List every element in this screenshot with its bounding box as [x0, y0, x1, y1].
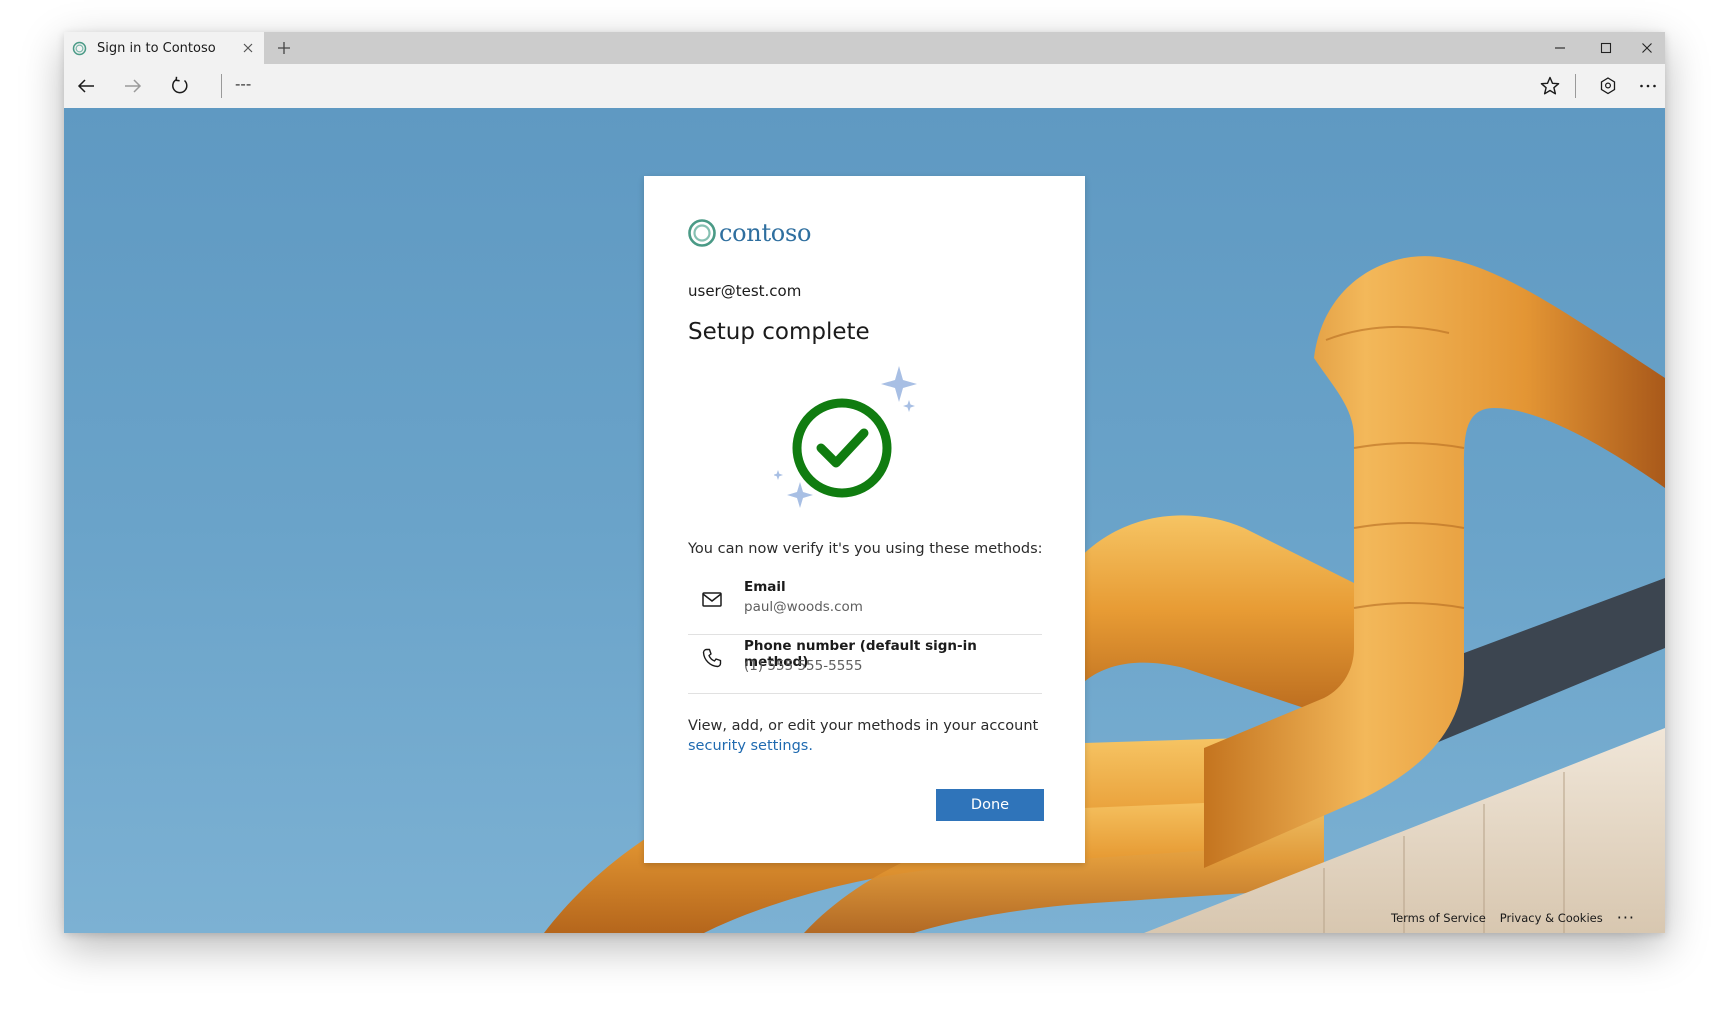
method-value: (1) 555 555-5555	[744, 658, 863, 674]
refresh-icon[interactable]	[164, 70, 196, 102]
contoso-logo: contoso	[687, 218, 811, 248]
browser-toolbar: ---	[64, 64, 1665, 108]
address-bar[interactable]: ---	[235, 75, 251, 97]
method-name: Email	[744, 579, 786, 595]
method-phone: Phone number (default sign-in method) (1…	[688, 630, 1042, 694]
user-email: user@test.com	[688, 282, 802, 300]
page-content: contoso user@test.com Setup complete You…	[64, 108, 1665, 933]
page-footer: Terms of Service Privacy & Cookies ···	[1391, 908, 1635, 927]
methods-description: You can now verify it's you using these …	[688, 541, 1043, 557]
method-email: Email paul@woods.com	[688, 571, 1042, 635]
minimize-icon[interactable]	[1537, 32, 1583, 64]
share-icon[interactable]	[1592, 70, 1624, 102]
arrow-right-icon[interactable]	[117, 70, 149, 102]
brand-name: contoso	[719, 219, 812, 247]
edit-methods-text: View, add, or edit your methods in your …	[688, 716, 1048, 756]
done-button[interactable]: Done	[936, 789, 1044, 821]
tab-sign-in[interactable]: Sign in to Contoso	[64, 32, 264, 64]
toolbar-divider	[221, 74, 222, 98]
terms-link[interactable]: Terms of Service	[1391, 911, 1486, 925]
edit-methods-label: View, add, or edit your methods in your …	[688, 718, 1039, 734]
contoso-logo-icon	[688, 219, 716, 247]
arrow-left-icon[interactable]	[70, 70, 102, 102]
maximize-icon[interactable]	[1583, 32, 1629, 64]
footer-more-icon[interactable]: ···	[1617, 908, 1635, 927]
toolbar-divider-right	[1575, 74, 1576, 98]
privacy-link[interactable]: Privacy & Cookies	[1500, 911, 1603, 925]
star-icon[interactable]	[1534, 70, 1566, 102]
tab-title: Sign in to Contoso	[97, 40, 216, 56]
contoso-favicon-icon	[72, 41, 87, 55]
phone-icon	[702, 648, 722, 668]
security-settings-link[interactable]: security settings.	[688, 738, 813, 754]
checkmark-success-icon	[774, 366, 917, 508]
sign-in-card: contoso user@test.com Setup complete You…	[644, 176, 1085, 863]
window-close-icon[interactable]	[1629, 32, 1665, 64]
plus-icon[interactable]	[272, 36, 296, 60]
browser-window: Sign in to Contoso --- contoso user@test…	[64, 32, 1665, 933]
close-icon[interactable]	[240, 40, 256, 56]
tab-bar: Sign in to Contoso	[64, 32, 1665, 64]
mail-icon	[702, 592, 722, 607]
page-title: Setup complete	[688, 319, 870, 345]
method-value: paul@woods.com	[744, 599, 863, 615]
ellipsis-icon[interactable]	[1632, 70, 1664, 102]
